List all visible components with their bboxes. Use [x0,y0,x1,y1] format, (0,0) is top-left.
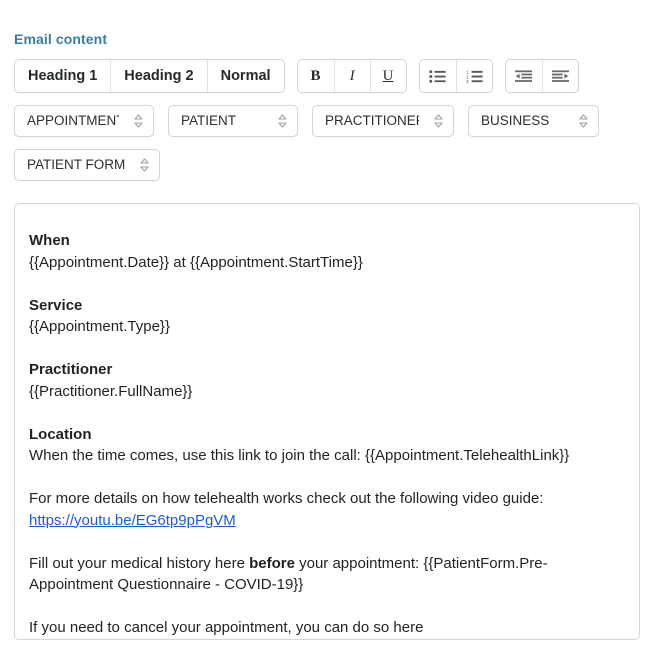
bullet-list-icon [429,69,446,83]
email-content-editor[interactable]: When {{Appointment.Date}} at {{Appointme… [14,203,640,640]
list-button-group: 1 2 3 [418,59,493,93]
merge-field-practitioner-wrapper: PRACTITIONER [312,105,454,137]
paragraph-spacer [29,467,621,489]
merge-field-appointment-wrapper: APPOINTMENT [14,105,154,137]
location-heading: Location [29,425,92,443]
cancellation-text: If you need to cancel your appointment, … [29,619,424,636]
text-style-button-group: Heading 1 Heading 2 Normal [14,59,285,93]
merge-field-business[interactable]: BUSINESS [468,105,599,137]
merge-field-patient-wrapper: PATIENT [168,105,298,137]
heading-2-button[interactable]: Heading 2 [110,60,207,92]
page-title: Email content [14,31,108,47]
rich-text-toolbar: Heading 1 Heading 2 Normal B I U 1 2 3 [14,59,640,93]
merge-field-business-wrapper: BUSINESS [468,105,599,137]
merge-field-patient-form-wrapper: PATIENT FORM [14,149,160,181]
paragraph-spacer [29,402,621,424]
merge-field-practitioner[interactable]: PRACTITIONER [312,105,454,137]
merge-field-selects-row-1: APPOINTMENT PATIENT PRACTITIONER BUSINES… [14,105,640,137]
indent-button-group [504,59,579,93]
patient-form-emphasis: before [249,554,295,572]
patient-form-text-before: Fill out your medical history here [29,554,250,572]
practitioner-text: {{Practitioner.FullName}} [29,382,193,400]
practitioner-heading: Practitioner [29,361,113,378]
normal-text-button[interactable]: Normal [206,60,284,92]
italic-button[interactable]: I [333,60,370,92]
location-text: When the time comes, use this link to jo… [29,447,570,464]
paragraph-spacer [29,338,621,360]
merge-field-patient-form[interactable]: PATIENT FORM [14,149,160,181]
service-heading: Service [29,296,83,314]
numbered-list-button[interactable]: 1 2 3 [455,60,492,92]
when-text: {{Appointment.Date}} at {{Appointment.St… [29,253,363,271]
indent-button[interactable] [541,60,578,92]
indent-increase-icon [551,69,569,83]
video-guide-link[interactable]: https://youtu.be/EG6tp9pPgVM [29,512,236,529]
service-text: {{Appointment.Type}} [29,318,170,335]
svg-text:3: 3 [466,79,469,83]
text-format-button-group: B I U [296,59,407,93]
indent-decrease-icon [515,69,533,83]
outdent-button[interactable] [505,60,542,92]
underline-button[interactable]: U [369,60,406,92]
merge-field-selects-row-2: PATIENT FORM [14,149,640,181]
bullet-list-button[interactable] [419,60,456,92]
paragraph-spacer [29,531,621,553]
patient-form-paragraph: Fill out your medical history here befor… [29,553,621,596]
numbered-list-icon: 1 2 3 [466,70,483,83]
video-guide-text: For more details on how telehealth works… [29,490,544,507]
merge-field-patient[interactable]: PATIENT [168,105,298,137]
merge-field-appointment[interactable]: APPOINTMENT [14,105,154,137]
email-content-editor-panel: Email content Heading 1 Heading 2 Normal… [0,0,654,652]
video-guide-paragraph: For more details on how telehealth works… [29,488,621,531]
when-heading: When [29,232,70,249]
paragraph-spacer [29,596,621,618]
bold-button[interactable]: B [297,60,334,92]
paragraph-spacer [29,273,621,295]
heading-1-button[interactable]: Heading 1 [15,60,111,92]
